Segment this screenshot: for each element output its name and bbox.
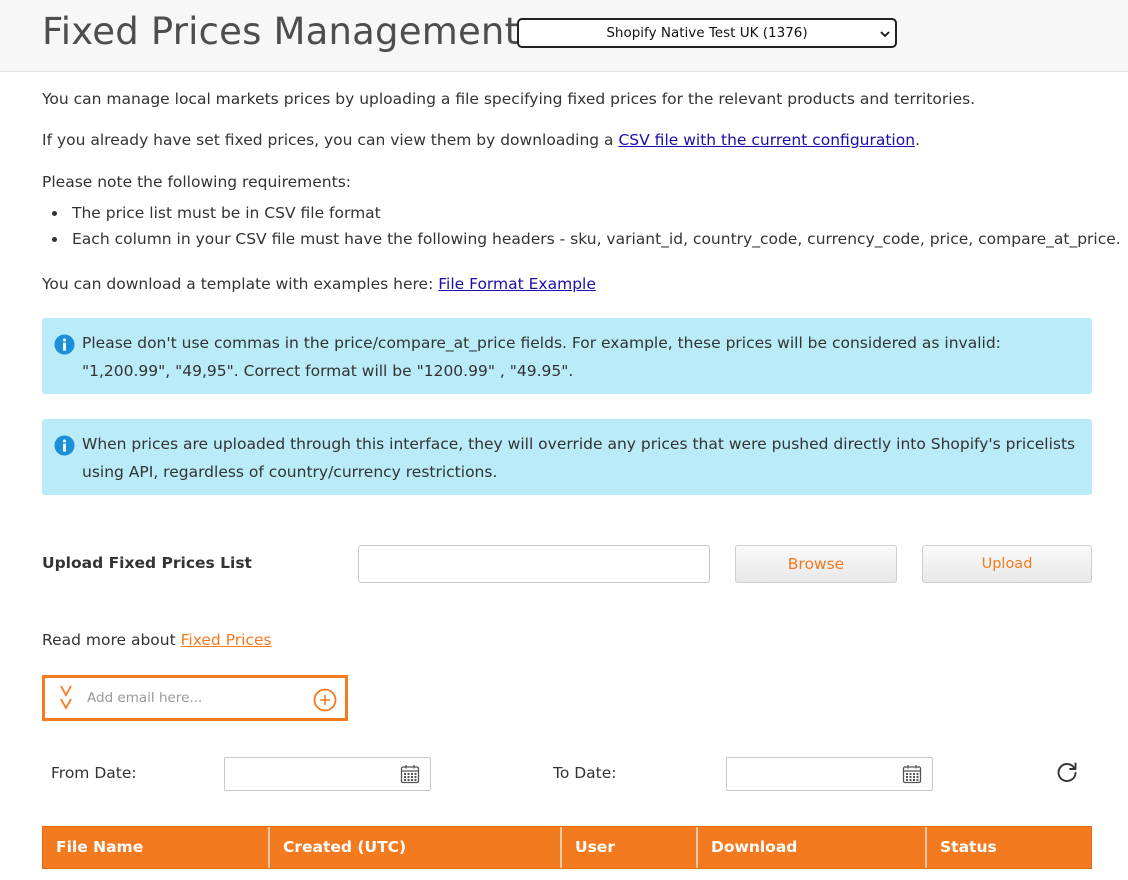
column-header-file-name[interactable]: File Name xyxy=(43,827,270,868)
file-format-example-link[interactable]: File Format Example xyxy=(438,275,596,293)
to-date-label: To Date: xyxy=(553,764,617,782)
from-date-input[interactable] xyxy=(224,757,431,791)
calendar-icon[interactable] xyxy=(902,764,922,784)
files-table-header: File Name Created (UTC) User Download St… xyxy=(42,826,1092,869)
store-select-value: Shopify Native Test UK (1376) xyxy=(606,25,808,41)
to-date-input[interactable] xyxy=(726,757,933,791)
read-more-text: Read more about Fixed Prices xyxy=(42,631,272,649)
upload-button[interactable]: Upload xyxy=(922,545,1092,583)
template-text: You can download a template with example… xyxy=(42,275,596,293)
commas-alert: Please don't use commas in the price/com… xyxy=(42,318,1092,394)
refresh-icon[interactable] xyxy=(1055,760,1079,784)
email-input-box[interactable]: Add email here... xyxy=(42,675,348,721)
file-path-input[interactable] xyxy=(358,545,710,583)
requirements-heading: Please note the following requirements: xyxy=(42,173,351,191)
chevrons-down-icon xyxy=(60,685,72,710)
list-item: The price list must be in CSV file forma… xyxy=(52,203,1121,229)
column-header-user[interactable]: User xyxy=(562,827,698,868)
intro-text: You can manage local markets prices by u… xyxy=(42,90,976,108)
upload-label: Upload Fixed Prices List xyxy=(42,554,252,572)
plus-circle-icon[interactable] xyxy=(313,688,337,712)
column-header-status[interactable]: Status xyxy=(927,827,1091,868)
page-title: Fixed Prices Management xyxy=(42,10,520,53)
requirements-list: The price list must be in CSV file forma… xyxy=(52,203,1121,255)
info-icon xyxy=(54,334,75,355)
alert-text: When prices are uploaded through this in… xyxy=(82,435,1076,481)
override-alert: When prices are uploaded through this in… xyxy=(42,419,1092,495)
list-item: Each column in your CSV file must have t… xyxy=(52,229,1121,255)
fixed-prices-link[interactable]: Fixed Prices xyxy=(181,631,272,649)
store-select[interactable]: Shopify Native Test UK (1376) xyxy=(517,18,897,48)
browse-button[interactable]: Browse xyxy=(735,545,897,583)
from-date-label: From Date: xyxy=(51,764,137,782)
intro-download-text: If you already have set fixed prices, yo… xyxy=(42,131,920,149)
info-icon xyxy=(54,435,75,456)
column-header-created[interactable]: Created (UTC) xyxy=(270,827,562,868)
page-header: Fixed Prices Management Shopify Native T… xyxy=(0,0,1128,72)
column-header-download[interactable]: Download xyxy=(698,827,927,868)
chevron-down-icon xyxy=(880,31,890,38)
email-input[interactable]: Add email here... xyxy=(87,690,202,706)
alert-text: Please don't use commas in the price/com… xyxy=(82,334,1001,380)
current-config-csv-link[interactable]: CSV file with the current configuration xyxy=(618,131,915,149)
calendar-icon[interactable] xyxy=(400,764,420,784)
